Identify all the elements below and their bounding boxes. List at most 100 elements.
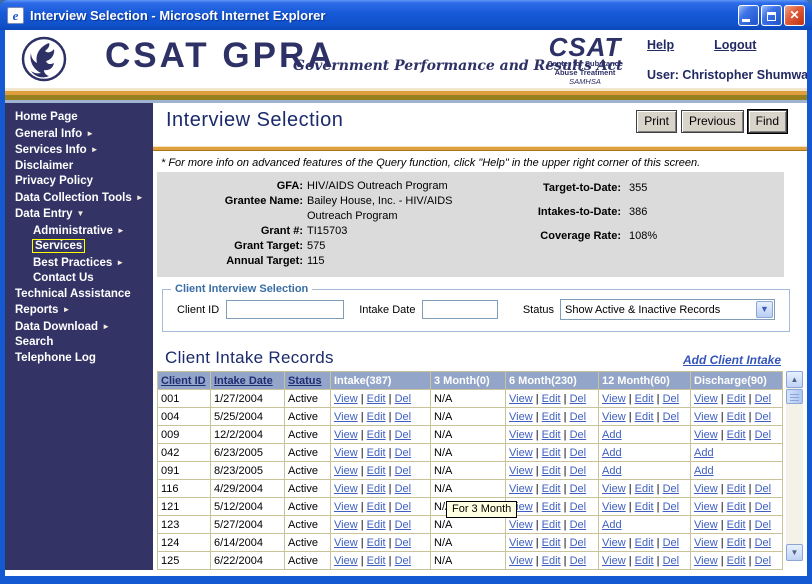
- edit-link[interactable]: Edit: [542, 483, 561, 495]
- del-link[interactable]: Del: [395, 411, 412, 423]
- del-link[interactable]: Del: [755, 393, 772, 405]
- del-link[interactable]: Del: [570, 555, 587, 567]
- view-link[interactable]: View: [694, 519, 718, 531]
- chevron-down-icon[interactable]: ▼: [756, 301, 773, 318]
- sidebar-item-search[interactable]: Search: [5, 335, 153, 351]
- sidebar-item-data-download[interactable]: Data Download ►: [5, 319, 153, 336]
- view-link[interactable]: View: [334, 555, 358, 567]
- del-link[interactable]: Del: [755, 429, 772, 441]
- view-link[interactable]: View: [602, 555, 626, 567]
- view-link[interactable]: View: [334, 447, 358, 459]
- edit-link[interactable]: Edit: [367, 429, 386, 441]
- edit-link[interactable]: Edit: [727, 537, 746, 549]
- add-link[interactable]: Add: [602, 429, 622, 441]
- add-link[interactable]: Add: [602, 447, 622, 459]
- print-button[interactable]: Print: [636, 110, 677, 133]
- view-link[interactable]: View: [334, 411, 358, 423]
- del-link[interactable]: Del: [663, 393, 680, 405]
- view-link[interactable]: View: [694, 483, 718, 495]
- sidebar-item-disclaimer[interactable]: Disclaimer: [5, 159, 153, 175]
- view-link[interactable]: View: [334, 483, 358, 495]
- del-link[interactable]: Del: [570, 537, 587, 549]
- view-link[interactable]: View: [509, 537, 533, 549]
- view-link[interactable]: View: [509, 411, 533, 423]
- close-button[interactable]: ✕: [784, 4, 805, 26]
- add-link[interactable]: Add: [602, 519, 622, 531]
- edit-link[interactable]: Edit: [727, 555, 746, 567]
- edit-link[interactable]: Edit: [542, 411, 561, 423]
- view-link[interactable]: View: [694, 393, 718, 405]
- del-link[interactable]: Del: [755, 411, 772, 423]
- edit-link[interactable]: Edit: [367, 393, 386, 405]
- sort-link[interactable]: Client ID: [161, 375, 206, 387]
- sidebar-item-technical-assistance[interactable]: Technical Assistance: [5, 287, 153, 303]
- sidebar-item-contact-us[interactable]: Contact Us: [5, 271, 153, 287]
- view-link[interactable]: View: [334, 519, 358, 531]
- find-button[interactable]: Find: [747, 110, 787, 133]
- column-header-client-id[interactable]: Client ID: [157, 371, 211, 390]
- del-link[interactable]: Del: [663, 501, 680, 513]
- edit-link[interactable]: Edit: [727, 483, 746, 495]
- del-link[interactable]: Del: [570, 519, 587, 531]
- view-link[interactable]: View: [694, 429, 718, 441]
- edit-link[interactable]: Edit: [727, 393, 746, 405]
- del-link[interactable]: Del: [663, 483, 680, 495]
- status-select[interactable]: Show Active & Inactive Records ▼: [560, 299, 775, 320]
- sidebar-item-general-info[interactable]: General Info ►: [5, 126, 153, 143]
- edit-link[interactable]: Edit: [542, 519, 561, 531]
- del-link[interactable]: Del: [570, 411, 587, 423]
- sidebar-item-home-page[interactable]: Home Page: [5, 110, 153, 126]
- intake-date-input[interactable]: [422, 300, 499, 319]
- minimize-button[interactable]: [738, 4, 759, 26]
- view-link[interactable]: View: [509, 393, 533, 405]
- del-link[interactable]: Del: [395, 465, 412, 477]
- view-link[interactable]: View: [334, 537, 358, 549]
- edit-link[interactable]: Edit: [367, 447, 386, 459]
- add-client-intake-link[interactable]: Add Client Intake: [683, 353, 781, 367]
- del-link[interactable]: Del: [663, 537, 680, 549]
- edit-link[interactable]: Edit: [367, 483, 386, 495]
- view-link[interactable]: View: [509, 483, 533, 495]
- sort-link[interactable]: Intake Date: [214, 375, 273, 387]
- edit-link[interactable]: Edit: [542, 537, 561, 549]
- view-link[interactable]: View: [602, 537, 626, 549]
- previous-button[interactable]: Previous: [680, 110, 744, 133]
- edit-link[interactable]: Edit: [542, 465, 561, 477]
- edit-link[interactable]: Edit: [727, 429, 746, 441]
- table-scrollbar[interactable]: ▲ ▼: [786, 371, 803, 561]
- edit-link[interactable]: Edit: [367, 519, 386, 531]
- view-link[interactable]: View: [334, 501, 358, 513]
- edit-link[interactable]: Edit: [542, 393, 561, 405]
- del-link[interactable]: Del: [755, 555, 772, 567]
- view-link[interactable]: View: [694, 555, 718, 567]
- sidebar-item-reports[interactable]: Reports ►: [5, 302, 153, 319]
- view-link[interactable]: View: [509, 519, 533, 531]
- view-link[interactable]: View: [694, 501, 718, 513]
- del-link[interactable]: Del: [395, 447, 412, 459]
- del-link[interactable]: Del: [755, 483, 772, 495]
- edit-link[interactable]: Edit: [635, 501, 654, 513]
- edit-link[interactable]: Edit: [727, 519, 746, 531]
- edit-link[interactable]: Edit: [367, 501, 386, 513]
- sidebar-item-administrative[interactable]: Administrative ►: [5, 223, 153, 240]
- scroll-down-icon[interactable]: ▼: [786, 544, 803, 561]
- help-link[interactable]: Help: [647, 38, 674, 52]
- title-bar[interactable]: e Interview Selection - Microsoft Intern…: [0, 0, 812, 30]
- sidebar-item-data-entry[interactable]: Data Entry ▼: [5, 206, 153, 223]
- sidebar-item-services[interactable]: Services: [5, 239, 153, 255]
- sidebar-item-privacy-policy[interactable]: Privacy Policy: [5, 174, 153, 190]
- del-link[interactable]: Del: [755, 519, 772, 531]
- view-link[interactable]: View: [334, 465, 358, 477]
- view-link[interactable]: View: [694, 537, 718, 549]
- view-link[interactable]: View: [694, 411, 718, 423]
- edit-link[interactable]: Edit: [542, 555, 561, 567]
- client-id-input[interactable]: [226, 300, 345, 319]
- edit-link[interactable]: Edit: [635, 537, 654, 549]
- edit-link[interactable]: Edit: [727, 501, 746, 513]
- view-link[interactable]: View: [509, 465, 533, 477]
- maximize-button[interactable]: [761, 4, 782, 26]
- view-link[interactable]: View: [509, 555, 533, 567]
- edit-link[interactable]: Edit: [635, 411, 654, 423]
- view-link[interactable]: View: [334, 393, 358, 405]
- sidebar-item-best-practices[interactable]: Best Practices ►: [5, 255, 153, 272]
